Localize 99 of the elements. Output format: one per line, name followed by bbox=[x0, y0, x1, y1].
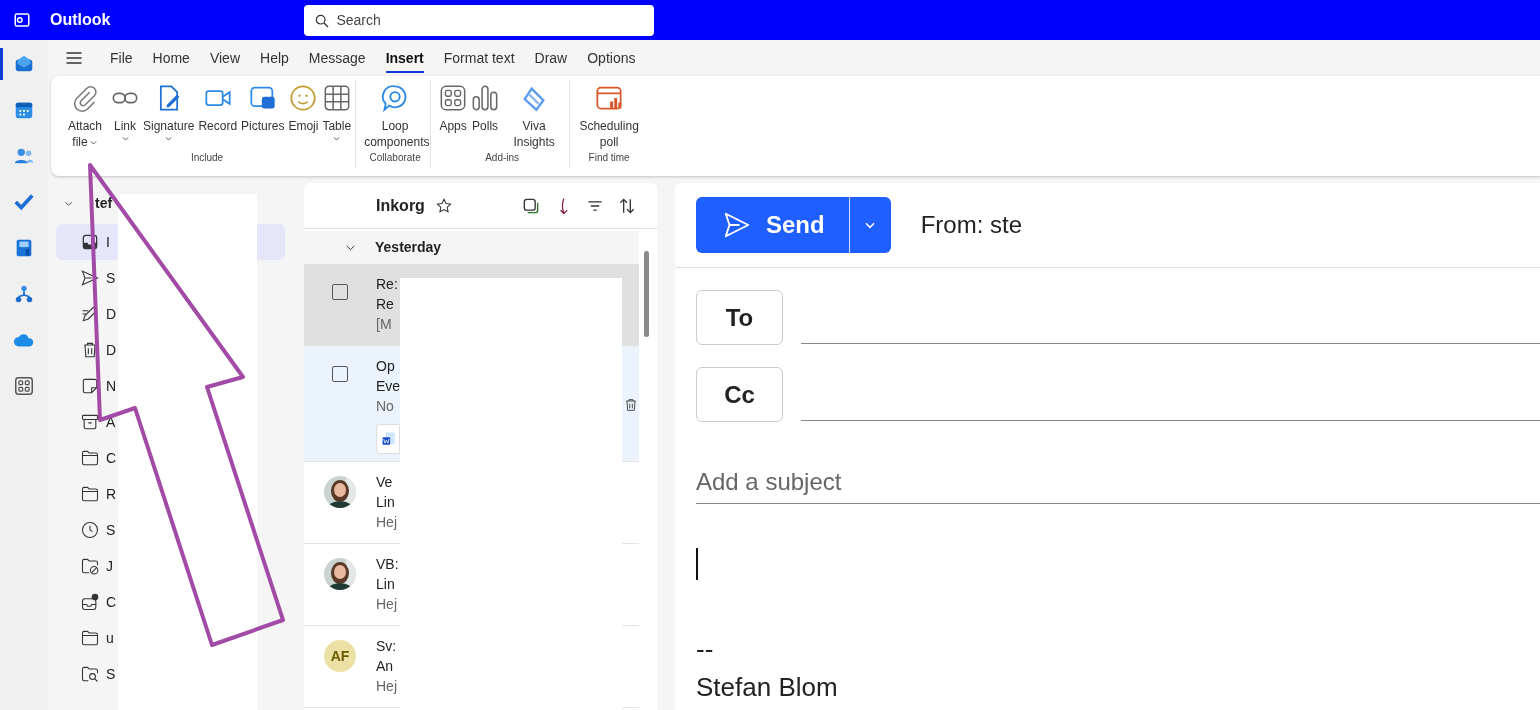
folder-icon bbox=[80, 484, 100, 504]
message-sender: Lin bbox=[376, 493, 396, 512]
blocked-folder-icon bbox=[80, 556, 100, 576]
folder-item[interactable]: C bbox=[56, 440, 118, 476]
folder-item[interactable]: S bbox=[56, 260, 118, 296]
folder-icon bbox=[80, 628, 100, 648]
message-preview: No bbox=[376, 397, 395, 416]
ribbon-button[interactable]: Record bbox=[196, 80, 240, 150]
recipient-button[interactable]: Cc bbox=[696, 367, 783, 422]
menu-tab[interactable]: Draw bbox=[524, 40, 578, 76]
folder-search-icon bbox=[80, 664, 100, 684]
ribbon-button[interactable]: Apps bbox=[437, 80, 470, 150]
attachment-chip[interactable] bbox=[376, 424, 400, 454]
menu-tab[interactable]: Help bbox=[250, 40, 299, 76]
note-icon bbox=[80, 376, 100, 396]
trash-icon[interactable] bbox=[623, 396, 639, 414]
folder-item-highlight bbox=[257, 224, 285, 260]
message-row[interactable]: Re: Re [M bbox=[304, 264, 639, 346]
calendar-chart-icon bbox=[595, 84, 624, 112]
ribbon-button[interactable]: Emoji bbox=[286, 80, 321, 150]
menu-tab[interactable]: Options bbox=[577, 40, 646, 76]
folder-item[interactable]: C bbox=[56, 584, 118, 620]
subject-field[interactable]: Add a subject bbox=[696, 460, 1540, 504]
message-row[interactable]: Op Eve No bbox=[304, 346, 639, 462]
paperclip-icon bbox=[71, 84, 99, 112]
folder-icon bbox=[80, 448, 100, 468]
ribbon-button[interactable]: Loop components bbox=[362, 80, 429, 150]
ribbon-button[interactable]: Viva Insights bbox=[501, 80, 568, 150]
folder-item[interactable]: I bbox=[56, 224, 118, 260]
apps-grid-icon bbox=[439, 84, 468, 112]
message-sender: Re bbox=[376, 295, 395, 314]
inbox-icon bbox=[80, 232, 100, 252]
ribbon-button[interactable]: Polls bbox=[469, 80, 502, 150]
folder-item[interactable]: R bbox=[56, 476, 118, 512]
app-name: Outlook bbox=[50, 10, 111, 30]
send-icon bbox=[80, 268, 100, 288]
message-subject: Op bbox=[376, 357, 396, 376]
from-label: From: ste bbox=[920, 210, 1023, 240]
folder-item[interactable]: S bbox=[56, 512, 118, 548]
picture-icon bbox=[248, 84, 277, 112]
message-preview: Hej bbox=[376, 595, 398, 614]
text-cursor bbox=[696, 548, 698, 580]
folder-item[interactable]: S bbox=[56, 656, 118, 692]
account-name[interactable]: tef bbox=[95, 193, 113, 214]
ribbon-button[interactable]: Link bbox=[109, 80, 141, 150]
ribbon-button[interactable]: Scheduling poll bbox=[576, 80, 643, 150]
search-icon bbox=[314, 12, 331, 29]
group-label: Add-ins bbox=[484, 151, 521, 165]
org-chart-icon bbox=[13, 283, 35, 305]
menu-tab[interactable]: File bbox=[100, 40, 143, 76]
star-icon bbox=[434, 196, 453, 215]
folder-item[interactable]: J bbox=[56, 548, 118, 584]
archive-icon bbox=[80, 412, 100, 432]
message-subject: Sv: bbox=[376, 637, 398, 656]
group-label: Include bbox=[189, 151, 225, 165]
ribbon-button[interactable]: Attach file bbox=[61, 80, 109, 150]
recipient-button[interactable]: To bbox=[696, 290, 783, 345]
group-label: Yesterday bbox=[375, 238, 442, 257]
folder-item[interactable]: N bbox=[56, 368, 118, 404]
smiley-icon bbox=[289, 84, 318, 112]
message-preview: Hej bbox=[376, 677, 398, 696]
message-sender: An bbox=[376, 657, 395, 676]
message-subject: Re: bbox=[376, 275, 399, 294]
checkbox[interactable] bbox=[332, 284, 348, 300]
ribbon-button[interactable]: Signature bbox=[141, 80, 197, 150]
outbox-icon bbox=[80, 592, 100, 612]
message-body-field[interactable]: -- Stefan Blom bbox=[696, 548, 1540, 706]
message-preview: Hej bbox=[376, 513, 398, 532]
folder-item[interactable]: D bbox=[56, 332, 118, 368]
folder-title: Inkorg bbox=[376, 195, 425, 216]
ribbon-button[interactable]: Pictures bbox=[239, 80, 287, 150]
clock-icon bbox=[80, 520, 100, 540]
avatar: AF bbox=[324, 640, 356, 672]
group-label: Find time bbox=[587, 151, 631, 165]
folder-item[interactable]: u bbox=[56, 620, 118, 656]
message-subject: Ve bbox=[376, 473, 394, 492]
signature-line: -- bbox=[696, 633, 715, 666]
apps-grid-icon bbox=[13, 375, 35, 397]
scrollbar-thumb[interactable] bbox=[644, 251, 649, 337]
group-label: Collaborate bbox=[368, 151, 422, 165]
table-icon bbox=[322, 84, 351, 112]
outlook-logo-icon bbox=[13, 11, 31, 29]
signature-line: Stefan Blom bbox=[696, 671, 839, 704]
message-sender: Lin bbox=[376, 575, 396, 594]
menu-tab[interactable]: Home bbox=[142, 40, 200, 76]
message-preview: [M bbox=[376, 315, 393, 334]
search-field[interactable]: Search bbox=[304, 4, 655, 36]
checkbox[interactable] bbox=[332, 366, 348, 382]
folder-item[interactable]: D bbox=[56, 296, 118, 332]
bar-chart-icon bbox=[471, 84, 500, 112]
send-icon bbox=[722, 210, 752, 240]
menu-tab[interactable]: Format text bbox=[433, 40, 525, 76]
message-sender: Eve bbox=[376, 377, 400, 396]
message-subject: VB: bbox=[376, 555, 400, 574]
menu-tab[interactable]: Insert bbox=[375, 40, 434, 76]
ribbon-button[interactable]: Table bbox=[320, 80, 354, 150]
word-document-icon bbox=[382, 432, 396, 446]
menu-tab[interactable]: Message bbox=[298, 40, 376, 76]
menu-tab[interactable]: View bbox=[199, 40, 250, 76]
